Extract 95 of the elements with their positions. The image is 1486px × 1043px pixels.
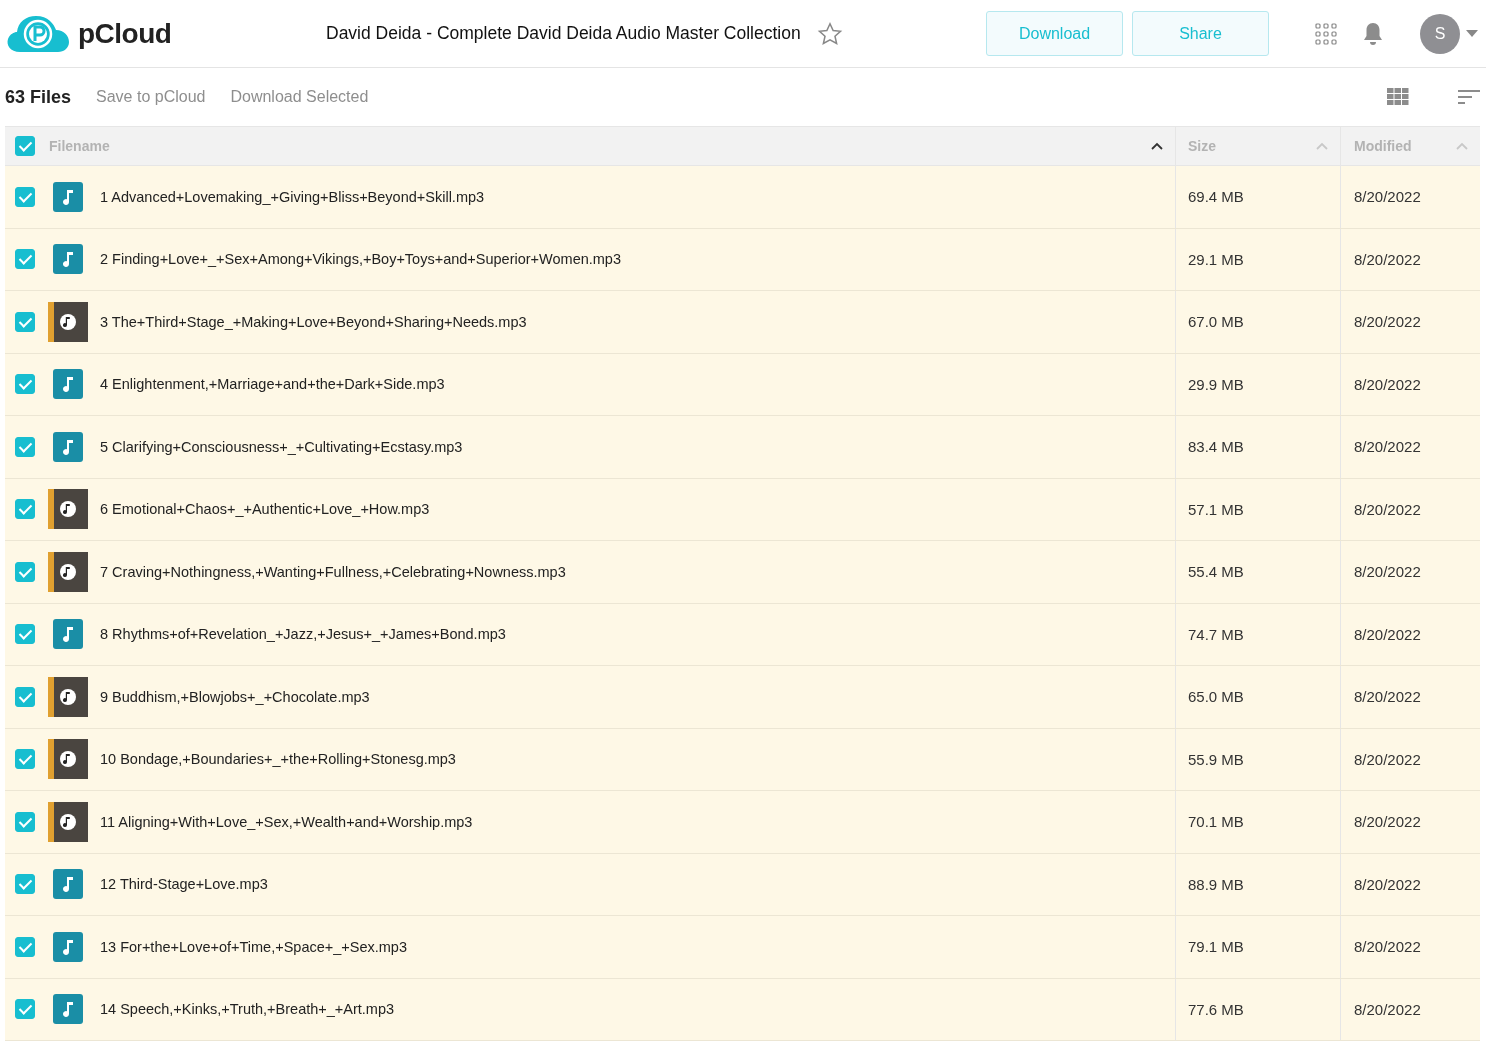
sort-icon[interactable]: [1458, 89, 1480, 105]
file-row[interactable]: 10 Bondage,+Boundaries+_+the+Rolling+Stonesg.mp3 55.9 MB 8/20/2022: [5, 728, 1480, 791]
modified-date: 8/20/2022: [1354, 250, 1421, 268]
file-name: 6 Emotional+Chaos+_+Authentic+Love_+How.mp3: [100, 501, 430, 518]
modified-date: 8/20/2022: [1354, 375, 1421, 393]
file-row[interactable]: 14 Speech,+Kinks,+Truth,+Breath+_+Art.mp3 77.6 MB 8/20/2022: [5, 978, 1480, 1041]
file-name: 2 Finding+Love+_+Sex+Among+Vikings,+Boy+Toys+and+Superior+Women.mp3: [100, 251, 621, 268]
file-name: 12 Third-Stage+Love.mp3: [100, 876, 268, 893]
modified-date: 8/20/2022: [1354, 813, 1421, 831]
file-row[interactable]: 3 The+Third+Stage_+Making+Love+Beyond+Sharing+Needs.mp3 67.0 MB 8/20/2022: [5, 291, 1480, 354]
cover-thumbnail: [48, 551, 88, 592]
file-count: 63 Files: [5, 86, 72, 108]
file-size: 88.9 MB: [1188, 875, 1244, 893]
dropdown-caret-icon[interactable]: [1466, 29, 1478, 38]
file-size: 70.1 MB: [1188, 813, 1244, 831]
bell-icon[interactable]: [1362, 20, 1384, 47]
file-size: 74.7 MB: [1188, 625, 1244, 643]
file-size: 69.4 MB: [1188, 188, 1244, 206]
row-checkbox[interactable]: [15, 186, 35, 207]
file-size: 57.1 MB: [1188, 500, 1244, 518]
cloud-logo-icon: [6, 13, 70, 54]
modified-date: 8/20/2022: [1354, 1000, 1421, 1018]
cover-thumbnail: [48, 676, 88, 717]
cover-thumbnail: [48, 801, 88, 842]
modified-date: 8/20/2022: [1354, 625, 1421, 643]
music-file-icon: [53, 431, 83, 462]
row-checkbox[interactable]: [15, 499, 35, 520]
modified-date: 8/20/2022: [1354, 938, 1421, 956]
music-file-icon: [53, 244, 83, 275]
file-row[interactable]: 11 Aligning+With+Love_+Sex,+Wealth+and+Worship.mp3 70.1 MB 8/20/2022: [5, 791, 1480, 854]
apps-grid-icon[interactable]: [1315, 22, 1337, 45]
file-name: 4 Enlightenment,+Marriage+and+the+Dark+Side.mp3: [100, 376, 445, 393]
cover-thumbnail: [48, 739, 88, 780]
file-row[interactable]: 12 Third-Stage+Love.mp3 88.9 MB 8/20/2022: [5, 853, 1480, 916]
music-file-icon: [53, 931, 83, 962]
row-checkbox[interactable]: [15, 686, 35, 707]
row-checkbox[interactable]: [15, 999, 35, 1020]
row-checkbox[interactable]: [15, 624, 35, 645]
row-checkbox[interactable]: [15, 311, 35, 332]
modified-date: 8/20/2022: [1354, 875, 1421, 893]
modified-date: 8/20/2022: [1354, 500, 1421, 518]
row-checkbox[interactable]: [15, 811, 35, 832]
select-all-checkbox[interactable]: [15, 136, 35, 156]
file-size: 29.9 MB: [1188, 375, 1244, 393]
file-size: 77.6 MB: [1188, 1000, 1244, 1018]
file-row[interactable]: 2 Finding+Love+_+Sex+Among+Vikings,+Boy+Toys+and+Superior+Women.mp3 29.1 MB 8/20/2022: [5, 228, 1480, 291]
file-row[interactable]: 4 Enlightenment,+Marriage+and+the+Dark+Side.mp3 29.9 MB 8/20/2022: [5, 353, 1480, 416]
file-size: 83.4 MB: [1188, 438, 1244, 456]
cover-thumbnail: [48, 301, 88, 342]
file-row[interactable]: 13 For+the+Love+of+Time,+Space+_+Sex.mp3 79.1 MB 8/20/2022: [5, 916, 1480, 979]
file-size: 79.1 MB: [1188, 938, 1244, 956]
modified-date: 8/20/2022: [1354, 563, 1421, 581]
music-file-icon: [53, 181, 83, 212]
file-size: 29.1 MB: [1188, 250, 1244, 268]
star-icon[interactable]: [816, 20, 843, 47]
file-size: 55.9 MB: [1188, 750, 1244, 768]
modified-date: 8/20/2022: [1354, 438, 1421, 456]
file-name: 9 Buddhism,+Blowjobs+_+Chocolate.mp3: [100, 688, 370, 705]
file-size: 65.0 MB: [1188, 688, 1244, 706]
file-name: 8 Rhythms+of+Revelation_+Jazz,+Jesus+_+James+Bond.mp3: [100, 626, 506, 643]
file-name: 10 Bondage,+Boundaries+_+the+Rolling+Stonesg.mp3: [100, 751, 456, 768]
file-row[interactable]: 7 Craving+Nothingness,+Wanting+Fullness,+Celebrating+Nowness.mp3 55.4 MB 8/20/2022: [5, 541, 1480, 604]
music-file-icon: [53, 369, 83, 400]
grid-view-icon[interactable]: [1387, 88, 1409, 106]
music-file-icon: [53, 869, 83, 900]
file-name: 1 Advanced+Lovemaking_+Giving+Bliss+Beyond+Skill.mp3: [100, 188, 485, 205]
modified-date: 8/20/2022: [1354, 188, 1421, 206]
file-row[interactable]: 8 Rhythms+of+Revelation_+Jazz,+Jesus+_+James+Bond.mp3 74.7 MB 8/20/2022: [5, 603, 1480, 666]
file-row[interactable]: 9 Buddhism,+Blowjobs+_+Chocolate.mp3 65.0 MB 8/20/2022: [5, 666, 1480, 729]
row-checkbox[interactable]: [15, 561, 35, 582]
row-checkbox[interactable]: [15, 874, 35, 895]
row-checkbox[interactable]: [15, 936, 35, 957]
file-size: 55.4 MB: [1188, 563, 1244, 581]
music-file-icon: [53, 619, 83, 650]
row-checkbox[interactable]: [15, 436, 35, 457]
file-size: 67.0 MB: [1188, 313, 1244, 331]
file-row[interactable]: 1 Advanced+Lovemaking_+Giving+Bliss+Beyond+Skill.mp3 69.4 MB 8/20/2022: [5, 166, 1480, 229]
file-name: 14 Speech,+Kinks,+Truth,+Breath+_+Art.mp3: [100, 1001, 395, 1018]
modified-date: 8/20/2022: [1354, 688, 1421, 706]
row-checkbox[interactable]: [15, 374, 35, 395]
file-row[interactable]: 5 Clarifying+Consciousness+_+Cultivating+Ecstasy.mp3 83.4 MB 8/20/2022: [5, 416, 1480, 479]
modified-date: 8/20/2022: [1354, 313, 1421, 331]
file-name: 5 Clarifying+Consciousness+_+Cultivating+Ecstasy.mp3: [100, 438, 463, 455]
file-name: 3 The+Third+Stage_+Making+Love+Beyond+Sharing+Needs.mp3: [100, 313, 527, 330]
row-checkbox[interactable]: [15, 749, 35, 770]
modified-date: 8/20/2022: [1354, 750, 1421, 768]
file-name: 11 Aligning+With+Love_+Sex,+Wealth+and+Worship.mp3: [100, 813, 473, 830]
cover-thumbnail: [48, 489, 88, 530]
logo-text[interactable]: pCloud: [78, 17, 172, 50]
music-file-icon: [53, 994, 83, 1025]
page-title: David Deida - Complete David Deida Audio Master Collection: [326, 23, 801, 44]
row-checkbox[interactable]: [15, 249, 35, 270]
file-name: 7 Craving+Nothingness,+Wanting+Fullness,+Celebrating+Nowness.mp3: [100, 563, 566, 580]
file-row[interactable]: 6 Emotional+Chaos+_+Authentic+Love_+How.mp3 57.1 MB 8/20/2022: [5, 478, 1480, 541]
file-name: 13 For+the+Love+of+Time,+Space+_+Sex.mp3: [100, 938, 407, 955]
